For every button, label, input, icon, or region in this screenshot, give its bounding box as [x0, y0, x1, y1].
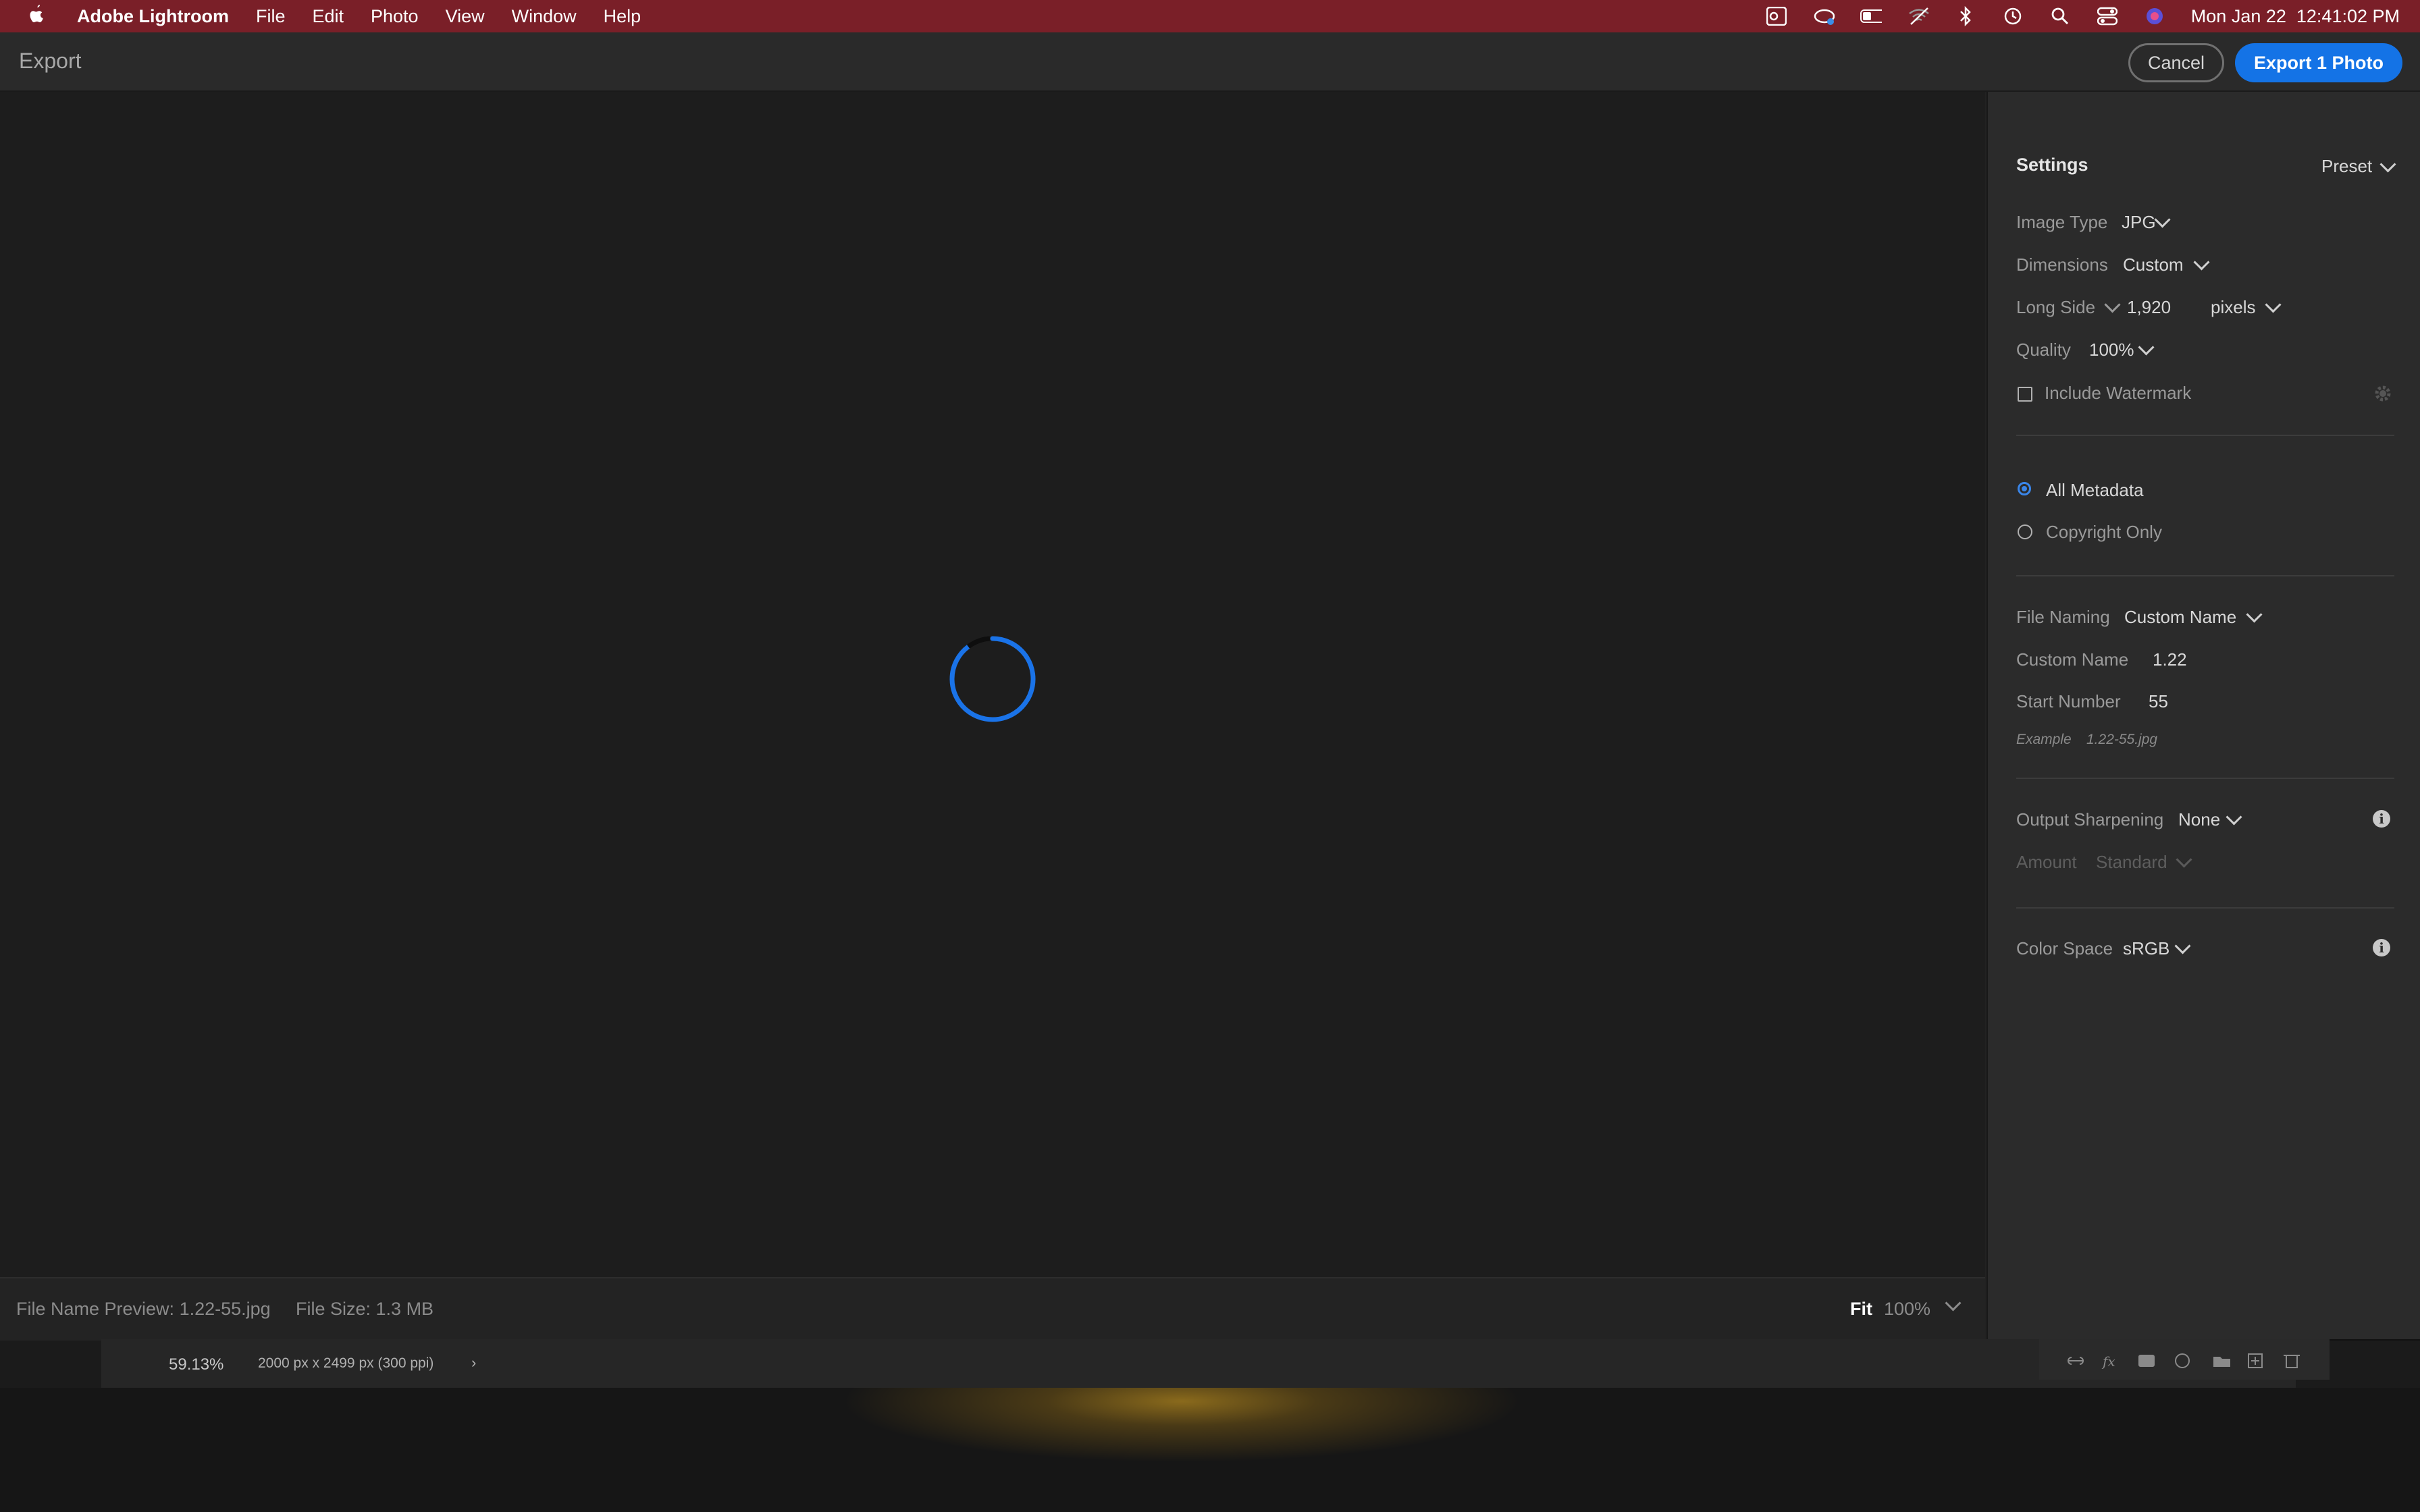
file-naming-label: File Naming	[2016, 607, 2110, 627]
long-side-dropdown[interactable]: Long Side	[2016, 297, 2095, 318]
zoom-chevron-down-icon[interactable]	[1945, 1295, 1962, 1312]
copyright-only-radio[interactable]	[2018, 524, 2032, 539]
zoom-level[interactable]: 100%	[1884, 1299, 1930, 1320]
color-space-label: Color Space	[2016, 938, 2113, 959]
dimensions-chevron-down-icon[interactable]	[2193, 254, 2210, 271]
all-metadata-label: All Metadata	[2046, 480, 2144, 500]
section-divider	[2016, 778, 2394, 779]
amount-label: Amount	[2016, 852, 2077, 872]
unit-chevron-down-icon[interactable]	[2265, 296, 2282, 313]
image-type-dropdown[interactable]: JPG	[2122, 212, 2156, 233]
dimensions-dropdown[interactable]: Custom	[2123, 254, 2184, 275]
watermark-label: Include Watermark	[2045, 383, 2192, 403]
menu-view[interactable]: View	[432, 6, 498, 27]
output-sharpening-label: Output Sharpening	[2016, 809, 2164, 830]
background-dimensions-readout: 2000 px x 2499 px (300 ppi)	[258, 1355, 434, 1371]
watermark-settings-gear-icon[interactable]	[2373, 383, 2393, 404]
file-naming-chevron-down-icon[interactable]	[2246, 606, 2263, 623]
menu-window[interactable]: Window	[498, 6, 590, 27]
color-space-info-icon[interactable]: i	[2373, 939, 2390, 956]
menu-extras: Mon Jan 22 12:41:02 PM	[1766, 0, 2400, 32]
time-machine-icon[interactable]	[2002, 5, 2024, 27]
long-side-input[interactable]: 1,920	[2127, 297, 2171, 318]
file-name-preview: File Name Preview: 1.22-55.jpg	[16, 1299, 271, 1319]
dialog-header: Export Cancel Export 1 Photo	[0, 32, 2420, 92]
preview-status-bar: File Name Preview: 1.22-55.jpg File Size…	[0, 1277, 1985, 1341]
menu-bar: Adobe Lightroom File Edit Photo View Win…	[0, 0, 2420, 32]
control-center-icon[interactable]	[2097, 5, 2118, 27]
preset-dropdown[interactable]: Preset	[2321, 156, 2372, 177]
copyright-only-label: Copyright Only	[2046, 522, 2162, 542]
image-type-label: Image Type	[2016, 212, 2108, 232]
start-number-input[interactable]: 55	[2149, 691, 2168, 712]
background-app-toolbar: 59.13% 2000 px x 2499 px (300 ppi) › fx	[101, 1339, 2330, 1388]
dialog-title: Export	[19, 49, 82, 73]
menu-app-name[interactable]: Adobe Lightroom	[63, 6, 242, 27]
quality-dropdown[interactable]: 100%	[2089, 340, 2134, 360]
custom-name-input[interactable]: 1.22	[2153, 649, 2187, 670]
file-naming-dropdown[interactable]: Custom Name	[2124, 607, 2236, 628]
creative-cloud-icon[interactable]	[1813, 5, 1835, 27]
amount-chevron-down-icon	[2176, 851, 2192, 868]
battery-icon[interactable]	[1860, 5, 1882, 27]
apple-icon[interactable]	[0, 3, 63, 30]
menu-help[interactable]: Help	[590, 6, 655, 27]
custom-name-label: Custom Name	[2016, 649, 2129, 670]
start-number-label: Start Number	[2016, 691, 2121, 711]
export-button[interactable]: Export 1 Photo	[2235, 43, 2402, 82]
preview-area	[0, 92, 1985, 1277]
menu-photo[interactable]: Photo	[357, 6, 432, 27]
export-dialog: Export Cancel Export 1 Photo File Name P…	[0, 32, 2420, 1341]
unit-dropdown[interactable]: pixels	[2211, 297, 2255, 318]
spotlight-search-icon[interactable]	[2049, 5, 2071, 27]
section-divider	[2016, 435, 2394, 436]
watermark-checkbox[interactable]	[2018, 387, 2032, 402]
section-divider	[2016, 575, 2394, 576]
background-photo	[0, 1388, 2420, 1512]
settings-panel: Settings Preset Image Type JPG Dimension…	[1987, 92, 2420, 1339]
example-label: Example	[2016, 732, 2072, 747]
output-sharpening-info-icon[interactable]: i	[2373, 810, 2390, 828]
output-sharpening-dropdown[interactable]: None	[2178, 809, 2220, 830]
image-type-chevron-down-icon[interactable]	[2154, 211, 2171, 228]
example-value: 1.22-55.jpg	[2086, 732, 2158, 747]
bluetooth-icon[interactable]	[1955, 5, 1976, 27]
color-space-dropdown[interactable]: sRGB	[2123, 938, 2169, 959]
output-sharpening-chevron-down-icon[interactable]	[2226, 809, 2242, 826]
menu-edit[interactable]: Edit	[298, 6, 357, 27]
preset-chevron-down-icon[interactable]	[2379, 156, 2396, 173]
cancel-button[interactable]: Cancel	[2128, 43, 2224, 82]
menu-file[interactable]: File	[242, 6, 299, 27]
menu-clock[interactable]: Mon Jan 22 12:41:02 PM	[2191, 6, 2400, 27]
background-arrow-right-icon: ›	[471, 1354, 477, 1371]
loading-spinner-icon	[949, 636, 1036, 722]
background-zoom-readout: 59.13%	[169, 1355, 224, 1374]
file-size: File Size: 1.3 MB	[296, 1299, 434, 1319]
quality-chevron-down-icon[interactable]	[2138, 339, 2155, 356]
quality-label: Quality	[2016, 340, 2071, 360]
long-side-chevron-down-icon[interactable]	[2104, 296, 2121, 313]
outlook-icon[interactable]	[1766, 5, 1787, 27]
background-layer-tool-icons: fx	[2068, 1353, 2300, 1370]
amount-dropdown: Standard	[2096, 852, 2167, 872]
fit-button[interactable]: Fit	[1850, 1299, 1872, 1320]
wifi-off-icon[interactable]	[1908, 5, 1929, 27]
color-space-chevron-down-icon[interactable]	[2174, 938, 2191, 954]
all-metadata-radio[interactable]	[2018, 482, 2031, 495]
svg-text:fx: fx	[2101, 1353, 2115, 1370]
section-divider	[2016, 907, 2394, 909]
siri-icon[interactable]	[2144, 5, 2165, 27]
background-layer-tools: fx	[2039, 1339, 2330, 1380]
dimensions-label: Dimensions	[2016, 254, 2108, 275]
settings-heading: Settings	[2016, 155, 2088, 175]
